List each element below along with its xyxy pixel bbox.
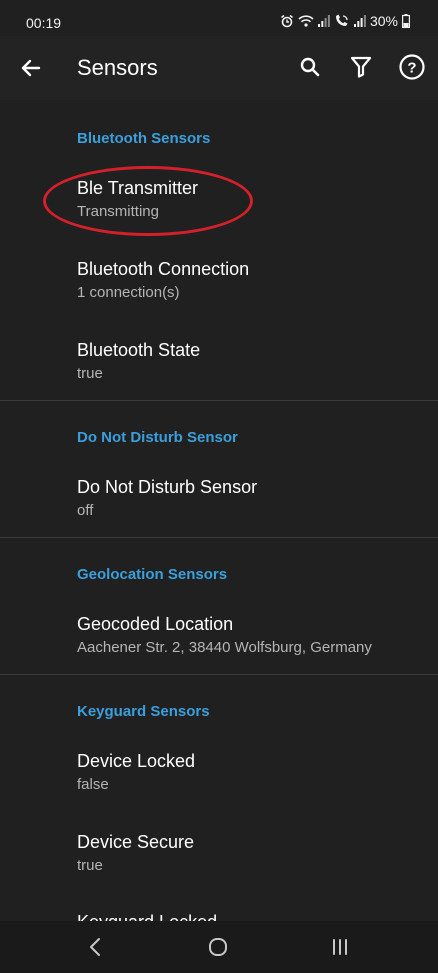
list-item-title[interactable]: Bluetooth State [77, 340, 200, 361]
section-header-keyguard: Keyguard Sensors [77, 703, 210, 720]
back-arrow-icon[interactable] [17, 54, 45, 82]
search-icon[interactable] [296, 53, 324, 81]
wifi-calling-icon [334, 14, 350, 28]
wifi-icon [298, 14, 314, 28]
status-bar: 00:19 30% [0, 0, 438, 36]
nav-back-icon[interactable] [82, 934, 110, 960]
list-item-subtitle: true [77, 857, 103, 874]
list-item-title[interactable]: Do Not Disturb Sensor [77, 477, 257, 498]
section-header-dnd: Do Not Disturb Sensor [77, 429, 238, 446]
status-time: 00:19 [26, 15, 62, 31]
nav-home-icon[interactable] [204, 934, 232, 960]
app-bar: Sensors ? [0, 36, 438, 100]
section-header-geolocation: Geolocation Sensors [77, 566, 228, 583]
list-item-title[interactable]: Device Locked [77, 751, 195, 772]
alarm-icon [280, 14, 294, 28]
battery-percent: 30% [369, 13, 398, 29]
list-item-title[interactable]: Keyguard Locked [77, 912, 217, 921]
filter-icon[interactable] [347, 53, 375, 81]
list-item-subtitle: Aachener Str. 2, 38440 Wolfsburg, German… [77, 639, 372, 656]
list-item-subtitle: true [77, 365, 103, 382]
section-divider [0, 400, 438, 401]
page-title: Sensors [77, 55, 158, 80]
list-item-title[interactable]: Bluetooth Connection [77, 259, 249, 280]
signal-icon-2 [353, 14, 366, 28]
battery-icon [402, 14, 410, 28]
system-nav-bar [0, 921, 438, 973]
list-item-subtitle: 1 connection(s) [77, 284, 180, 301]
status-icons: 30% [280, 13, 410, 29]
nav-recent-apps-icon[interactable] [326, 934, 354, 960]
list-item-subtitle: off [77, 502, 94, 519]
help-icon[interactable]: ? [398, 53, 426, 81]
section-header-bluetooth: Bluetooth Sensors [77, 130, 211, 147]
sensor-list: Bluetooth Sensors Ble Transmitter Transm… [0, 101, 438, 921]
list-item-subtitle: false [77, 776, 109, 793]
list-item-title[interactable]: Device Secure [77, 832, 194, 853]
signal-icon [317, 14, 330, 28]
highlight-circle [43, 166, 253, 236]
section-divider [0, 674, 438, 675]
svg-text:?: ? [407, 60, 416, 77]
list-item-title[interactable]: Geocoded Location [77, 614, 233, 635]
section-divider [0, 537, 438, 538]
